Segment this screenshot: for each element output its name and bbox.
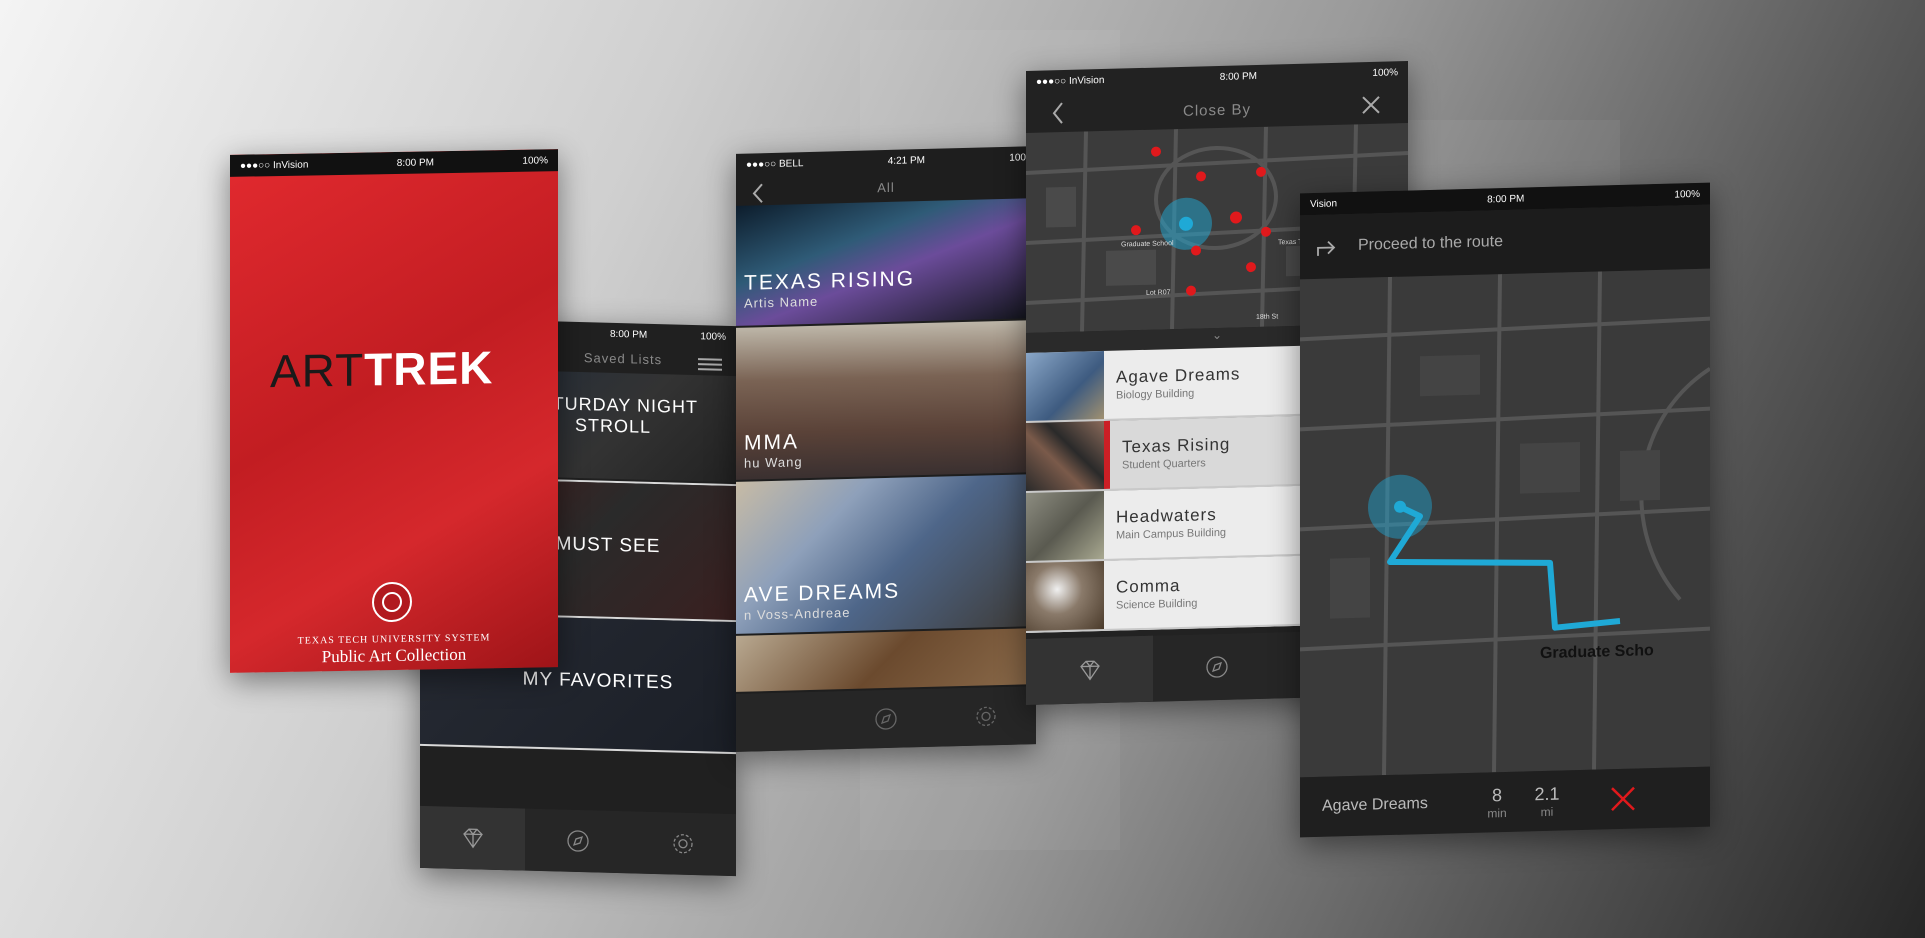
compass-icon	[567, 830, 589, 852]
artwork-title: TEXAS RISING	[744, 267, 916, 295]
item-name: Headwaters	[1116, 505, 1217, 527]
map-label-lot: Lot R07	[1146, 289, 1171, 297]
trip-summary-bar: Agave Dreams 8 min 2.1 mi	[1300, 766, 1710, 838]
compass-icon	[875, 708, 897, 730]
street-grid: Graduate Scho	[1300, 271, 1710, 776]
list-item-label: MY FAVORITES	[522, 668, 674, 694]
trip-distance: 2.1 mi	[1522, 783, 1572, 819]
page-title: Close By	[1182, 101, 1252, 120]
destination-name: Agave Dreams	[1322, 795, 1428, 815]
item-name: Comma	[1116, 575, 1181, 597]
artwork-caption: AVE DREAMS n Voss-Andreae	[744, 580, 900, 623]
close-icon[interactable]	[1360, 94, 1382, 117]
item-building: Science Building	[1116, 597, 1198, 612]
all-artworks-screen: ●●●○○ BELL 4:21 PM 100 All TEXAS RISING …	[736, 146, 1036, 752]
artwork-artist: Artis Name	[744, 293, 819, 311]
item-building: Main Campus Building	[1116, 526, 1227, 542]
tab-settings[interactable]	[631, 811, 736, 876]
tab-explore[interactable]	[836, 689, 936, 750]
diamond-icon	[1079, 660, 1100, 681]
time-value: 8	[1491, 784, 1502, 805]
artwork-title: AVE DREAMS	[744, 579, 901, 607]
artwork-card[interactable]	[736, 628, 1036, 692]
artwork-artist: n Voss-Andreae	[744, 604, 851, 623]
item-name: Texas Rising	[1122, 434, 1231, 457]
status-battery: 100	[1009, 151, 1026, 164]
diamond-icon	[462, 828, 483, 849]
artwork-card[interactable]: AVE DREAMS n Voss-Andreae	[736, 474, 1036, 634]
thumbnail	[1026, 490, 1104, 562]
status-carrier: ●●●○○ InVision	[240, 158, 309, 172]
status-carrier: Vision	[1310, 197, 1338, 210]
status-bar: ●●●○○ InVision 8:00 PM 100%	[230, 149, 558, 177]
item-name: Agave Dreams	[1116, 364, 1241, 387]
tab-collection[interactable]	[736, 691, 836, 752]
map-label-school: Graduate School	[1121, 240, 1174, 248]
route-screen: Vision 8:00 PM 100% Proceed to the route…	[1300, 182, 1710, 838]
time-unit: min	[1487, 805, 1507, 820]
tab-collection[interactable]	[420, 805, 526, 871]
tab-explore[interactable]	[525, 809, 630, 874]
item-building: Biology Building	[1116, 387, 1195, 402]
directions-header: Proceed to the route	[1300, 204, 1710, 280]
tab-settings[interactable]	[936, 686, 1036, 747]
tab-collection[interactable]	[1026, 635, 1154, 706]
university-seal	[372, 581, 412, 623]
tab-bar	[420, 805, 736, 877]
tab-explore[interactable]	[1153, 632, 1280, 701]
status-time: 8:00 PM	[1219, 70, 1258, 83]
status-battery: 100%	[1674, 188, 1700, 201]
menu-icon[interactable]	[698, 355, 722, 374]
artwork-caption: TEXAS RISING Artis Name	[744, 267, 915, 310]
item-building: Student Quarters	[1122, 457, 1206, 472]
map-label: Graduate Scho	[1540, 642, 1654, 662]
status-carrier: ●●●○○ InVision	[1036, 74, 1105, 88]
artwork-card[interactable]: TEXAS RISING Artis Name	[736, 198, 1036, 326]
status-bar: ●●●○○ BELL 4:21 PM 100	[736, 146, 1036, 176]
route-instruction: Proceed to the route	[1358, 233, 1503, 254]
distance-value: 2.1	[1534, 783, 1560, 804]
status-time: 8:00 PM	[1487, 192, 1525, 205]
status-battery: 100%	[1372, 66, 1398, 79]
status-carrier: ●●●○○ BELL	[746, 157, 804, 171]
distance-unit: mi	[1540, 804, 1554, 819]
artwork-caption: MMA hu Wang	[744, 430, 803, 471]
thumbnail	[1026, 560, 1104, 632]
route-arrow-icon	[1317, 240, 1336, 256]
gear-icon	[976, 706, 996, 727]
gear-icon	[673, 834, 693, 854]
close-icon[interactable]	[1608, 784, 1638, 815]
compass-icon	[1206, 656, 1228, 678]
status-battery: 100%	[522, 154, 548, 167]
status-time: 4:21 PM	[887, 154, 925, 167]
thumbnail	[1026, 420, 1110, 492]
artwork-artist: hu Wang	[744, 454, 803, 471]
page-title: All	[877, 179, 895, 196]
status-battery: 100%	[700, 330, 726, 343]
map-view[interactable]: Graduate Scho	[1300, 268, 1710, 778]
app-logo: ARTTREK	[270, 340, 493, 398]
map-label-street: 18th St	[1256, 313, 1278, 321]
artwork-card[interactable]: MMA hu Wang	[736, 320, 1036, 480]
trip-time: 8 min	[1472, 784, 1522, 820]
splash-screen: ●●●○○ InVision 8:00 PM 100% ARTTREK TEXA…	[230, 149, 558, 673]
artwork-title: MMA	[744, 430, 799, 455]
logo-trek: TREK	[364, 341, 494, 396]
thumbnail	[1026, 350, 1104, 422]
logo-art: ART	[270, 343, 365, 398]
status-time: 8:00 PM	[396, 156, 435, 169]
tab-bar	[736, 686, 1036, 752]
status-time: 8:00 PM	[610, 328, 648, 341]
